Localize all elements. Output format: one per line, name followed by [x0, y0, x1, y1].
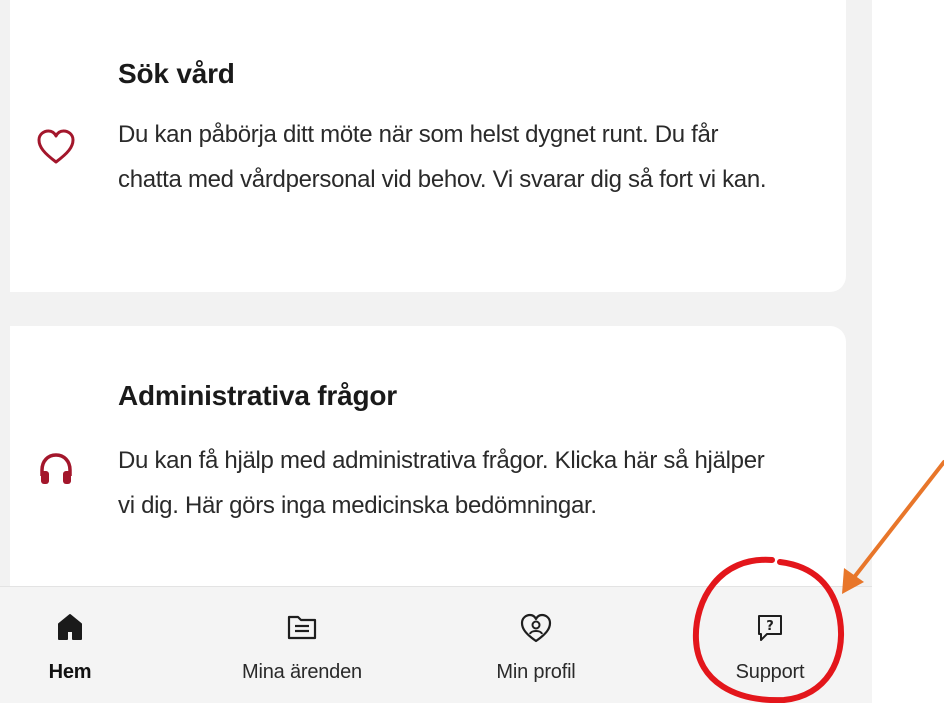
- heart-icon: [36, 128, 76, 171]
- profile-heart-icon: [520, 613, 552, 648]
- nav-item-min-profil[interactable]: Min profil: [446, 587, 626, 703]
- document-icon: [286, 613, 318, 646]
- headset-icon: [36, 450, 76, 495]
- card-title: Sök vård: [118, 58, 235, 89]
- card-administrativa-fragor[interactable]: Administrativa frågor Du kan få hjälp me…: [10, 326, 846, 596]
- card-description: Du kan påbörja ditt möte när som helst d…: [118, 121, 767, 193]
- home-icon: [57, 613, 83, 646]
- card-title: Administrativa frågor: [118, 380, 397, 411]
- card-description: Du kan få hjälp med administrativa frågo…: [118, 447, 765, 519]
- bottom-navigation: Hem Mina ärenden Min profil ? Support: [0, 586, 872, 703]
- nav-item-support[interactable]: ? Support: [680, 587, 860, 703]
- nav-item-hem[interactable]: Hem: [0, 587, 160, 703]
- app-screen: Sök vård Du kan påbörja ditt möte när so…: [0, 0, 872, 703]
- nav-label: Hem: [48, 661, 92, 683]
- nav-label: Mina ärenden: [242, 661, 362, 683]
- page-margin: [872, 0, 944, 703]
- question-bubble-icon: ?: [756, 613, 784, 648]
- nav-item-mina-arenden[interactable]: Mina ärenden: [212, 587, 392, 703]
- svg-text:?: ?: [766, 619, 774, 634]
- nav-label: Min profil: [496, 661, 576, 683]
- nav-label: Support: [735, 661, 805, 683]
- card-sok-vard[interactable]: Sök vård Du kan påbörja ditt möte när so…: [10, 0, 846, 292]
